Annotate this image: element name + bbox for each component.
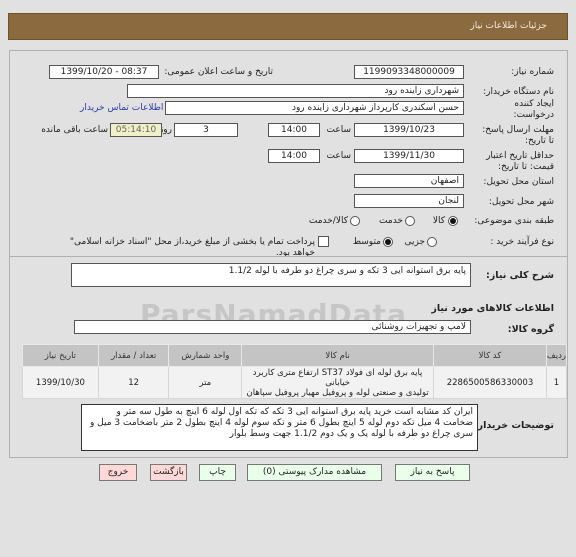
requester-label-2: درخواست:: [513, 110, 554, 120]
requester-field[interactable]: حسن اسکندری کارپرداز شهرداری زاینده رود: [165, 101, 464, 115]
requester-label-1: ایجاد کننده: [514, 99, 554, 109]
table-row[interactable]: 1399/10/30 12 متر پایه برق لوله ای فولاد…: [22, 366, 568, 399]
cell-need-date: 1399/10/30: [22, 366, 99, 399]
col-unit: واحد شمارش: [168, 344, 243, 367]
need-number-field[interactable]: 1199093348000009: [354, 65, 464, 79]
summary-field[interactable]: پایه برق استوانه ایی 3 تکه و سری چراغ دو…: [71, 263, 471, 287]
category-label: طبقه بندی موضوعی:: [474, 216, 554, 226]
price-validity-label-1: حداقل تاریخ اعتبار: [486, 151, 554, 161]
col-need-date: تاریخ نیاز: [22, 344, 99, 367]
page-title: جزئیات اطلاعات نیاز: [470, 21, 547, 31]
category-radio-goods[interactable]: [448, 216, 458, 226]
price-validity-time[interactable]: 14:00: [268, 149, 320, 163]
buyer-notes-line-2: ضخامت 4 میل تکه دوم لوله 5 اینچ بطول 6 م…: [89, 418, 473, 428]
treasury-checkbox[interactable]: [318, 236, 329, 247]
category-option-both: کالا/خدمت: [308, 216, 348, 226]
cell-name-line1: پایه برق لوله ای فولاد ST37 ارتفاع متری …: [252, 367, 423, 388]
goods-table-wrap: تاریخ نیاز تعداد / مقدار واحد شمارش نام …: [22, 344, 568, 399]
remaining-time-field: 05:14:10: [110, 123, 162, 137]
buyer-notes-box[interactable]: ایران کد مشابه است خرید پایه برق استوانه…: [81, 404, 478, 451]
category-option-service: خدمت: [379, 216, 403, 226]
need-number-label: شماره نیاز:: [511, 67, 554, 77]
price-validity-label-2: قیمت: تا تاریخ:: [498, 162, 554, 172]
city-field[interactable]: لنجان: [354, 194, 464, 208]
exit-button[interactable]: خروج: [99, 464, 137, 481]
reply-deadline-time[interactable]: 14:00: [268, 123, 320, 137]
reply-deadline-label-1: مهلت ارسال پاسخ:: [482, 125, 554, 135]
col-row: ردیف: [545, 344, 568, 367]
buyer-contact-link[interactable]: اطلاعات تماس خریدار: [80, 103, 163, 113]
cell-row: 1: [545, 366, 568, 399]
buyer-notes-line-3: سری چراغ دو طرفه با لوله یک و یک دوم 1.1…: [229, 429, 473, 439]
price-validity-date[interactable]: 1399/11/30: [354, 149, 464, 163]
cell-code: 2286500586330003: [433, 366, 547, 399]
province-field[interactable]: اصفهان: [354, 174, 464, 188]
cell-quantity: 12: [97, 366, 170, 399]
category-radio-both[interactable]: [350, 216, 360, 226]
buyer-org-field[interactable]: شهرداری زاینده رود: [127, 84, 464, 98]
reply-button[interactable]: پاسخ به نیاز: [395, 464, 470, 481]
buyer-notes-line-1: ایران کد مشابه است خرید پایه برق استوانه…: [116, 407, 473, 417]
cell-name: پایه برق لوله ای فولاد ST37 ارتفاع متری …: [241, 366, 435, 399]
page-header: جزئیات اطلاعات نیاز: [8, 13, 568, 40]
cell-unit: متر: [168, 366, 243, 399]
price-validity-time-label: ساعت: [326, 151, 352, 161]
announce-datetime-label: تاریخ و ساعت اعلان عمومی:: [164, 67, 273, 77]
process-option-medium: متوسط: [352, 237, 381, 247]
reply-deadline-date[interactable]: 1399/10/23: [354, 123, 464, 137]
category-option-goods: کالا: [432, 216, 445, 226]
buyer-org-label: نام دستگاه خریدار:: [483, 87, 554, 97]
buyer-notes-label: توضیحات خریدار:: [473, 420, 554, 431]
purchase-process-label: نوع فرآیند خرید :: [490, 237, 554, 247]
col-code: کد کالا: [433, 344, 547, 367]
remaining-days-field[interactable]: 3: [174, 123, 238, 137]
goods-group-field[interactable]: لامپ و تجهیزات روشنائی: [74, 320, 471, 334]
reply-deadline-label-2: تا تاریخ:: [524, 136, 554, 146]
summary-label: شرح کلی نیاز:: [485, 270, 554, 281]
back-button[interactable]: بازگشت: [150, 464, 187, 481]
reply-time-label: ساعت: [326, 125, 352, 135]
goods-table: تاریخ نیاز تعداد / مقدار واحد شمارش نام …: [22, 344, 568, 399]
print-button[interactable]: چاپ: [199, 464, 236, 481]
col-name: نام کالا: [241, 344, 435, 367]
process-option-minor: جزیی: [404, 237, 425, 247]
process-radio-medium[interactable]: [383, 237, 393, 247]
col-quantity: تعداد / مقدار: [97, 344, 170, 367]
cell-name-line2: تولیدی و صنعتی لوله و پروفیل مهیار پروفی…: [246, 387, 429, 398]
province-label: استان محل تحویل:: [483, 177, 554, 187]
announce-datetime-field[interactable]: 1399/10/20 - 08:37: [49, 65, 159, 79]
process-radio-minor[interactable]: [427, 237, 437, 247]
city-label: شهر محل تحویل:: [488, 197, 554, 207]
remaining-time-label: ساعت باقی مانده: [41, 125, 108, 135]
goods-info-title: اطلاعات کالاهای مورد نیاز: [431, 303, 554, 314]
category-radio-service[interactable]: [405, 216, 415, 226]
goods-group-label: گروه کالا:: [507, 324, 554, 335]
view-attachments-button[interactable]: مشاهده مدارک پیوستی (0): [247, 464, 382, 481]
